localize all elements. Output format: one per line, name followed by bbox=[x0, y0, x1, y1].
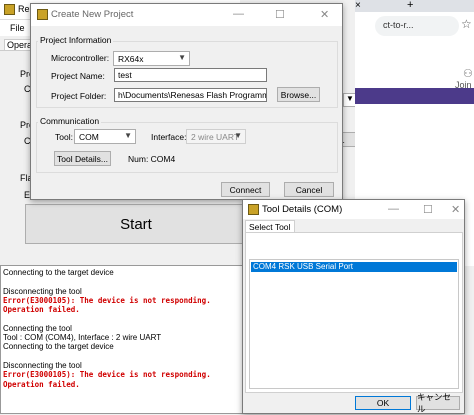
microcontroller-label: Microcontroller: bbox=[51, 53, 110, 63]
tool-list[interactable]: COM4 RSK USB Serial Port bbox=[249, 259, 459, 389]
app-icon bbox=[37, 9, 48, 20]
list-item[interactable]: COM4 RSK USB Serial Port bbox=[251, 262, 457, 272]
log-output: Connecting to the target device Disconnec… bbox=[0, 265, 243, 414]
tool-details-dialog: Tool Details (COM) — ☐ ✕ Select Tool COM… bbox=[242, 199, 465, 414]
microcontroller-value: RX64x bbox=[118, 54, 144, 64]
log-line: Tool : COM (COM4), Interface : 2 wire UA… bbox=[3, 333, 162, 343]
log-error-line: Operation failed. bbox=[3, 379, 80, 389]
app-icon bbox=[248, 204, 259, 215]
app-icon bbox=[4, 4, 15, 15]
project-folder-input[interactable]: h\Documents\Renesas Flash Programmer\V3.… bbox=[114, 88, 267, 102]
microcontroller-select[interactable]: RX64x ▼ bbox=[113, 51, 190, 66]
close-icon[interactable]: ✕ bbox=[320, 8, 329, 21]
connect-button[interactable]: Connect bbox=[221, 182, 270, 197]
tool-details-button[interactable]: Tool Details... bbox=[54, 151, 111, 166]
close-icon[interactable]: ✕ bbox=[451, 203, 460, 216]
new-tab-icon[interactable]: + bbox=[407, 0, 413, 11]
tool-value: COM bbox=[79, 132, 99, 142]
num-com-label: Num: COM4 bbox=[128, 154, 176, 164]
project-name-input[interactable]: test bbox=[114, 68, 267, 82]
address-text: ct-to-r... bbox=[383, 20, 414, 30]
cancel-button[interactable]: Cancel bbox=[284, 182, 334, 197]
dialog-titlebar: Create New Project — ☐ ✕ bbox=[31, 4, 342, 26]
interface-select: 2 wire UART ▼ bbox=[186, 129, 246, 144]
maximize-icon[interactable]: ☐ bbox=[423, 203, 433, 216]
chevron-down-icon: ▼ bbox=[234, 131, 242, 140]
cancel-button[interactable]: キャンセル bbox=[416, 392, 460, 414]
log-line: Disconnecting the tool bbox=[3, 286, 82, 296]
minimize-icon[interactable]: — bbox=[233, 8, 244, 20]
tool-label: Tool: bbox=[55, 132, 73, 142]
create-new-project-dialog: Create New Project — ☐ ✕ Project Informa… bbox=[30, 3, 343, 200]
browser-tabstrip: × + bbox=[355, 0, 474, 12]
interface-value: 2 wire UART bbox=[191, 132, 240, 142]
project-name-label: Project Name: bbox=[51, 71, 105, 81]
ok-button[interactable]: OK bbox=[355, 396, 411, 410]
dialog-title: Create New Project bbox=[51, 9, 134, 20]
interface-label: Interface: bbox=[151, 132, 187, 142]
star-icon[interactable]: ☆ bbox=[461, 17, 472, 31]
tool-select[interactable]: COM ▼ bbox=[74, 129, 136, 144]
user-icon: ⚇ bbox=[463, 68, 473, 80]
address-bar[interactable]: ct-to-r... bbox=[375, 16, 459, 36]
minimize-icon[interactable]: — bbox=[388, 203, 399, 215]
log-line: Connecting the tool bbox=[3, 323, 72, 333]
maximize-icon[interactable]: ☐ bbox=[275, 8, 285, 21]
communication-label: Communication bbox=[38, 116, 102, 126]
chevron-down-icon: ▼ bbox=[124, 131, 132, 140]
main-window-title: Re bbox=[18, 4, 30, 14]
project-info-label: Project Information bbox=[38, 35, 114, 45]
log-error-line: Error(E3000105): The device is not respo… bbox=[3, 370, 211, 380]
dialog-titlebar: Tool Details (COM) — ☐ ✕ bbox=[243, 200, 464, 219]
log-line: Disconnecting the tool bbox=[3, 361, 82, 370]
chevron-down-icon: ▼ bbox=[178, 53, 186, 62]
browser-page-navbar bbox=[355, 88, 474, 104]
log-error-line: Error(E3000105): The device is not respo… bbox=[3, 295, 211, 305]
log-line: Connecting to the target device bbox=[3, 268, 114, 277]
log-line: Connecting to the target device bbox=[3, 342, 114, 352]
log-error-line: Operation failed. bbox=[3, 305, 80, 315]
browser-tab-close-icon[interactable]: × bbox=[355, 0, 361, 11]
start-button[interactable]: Start bbox=[25, 204, 247, 244]
project-folder-label: Project Folder: bbox=[51, 91, 107, 101]
menu-file[interactable]: File bbox=[10, 23, 25, 33]
dialog-title: Tool Details (COM) bbox=[262, 204, 343, 215]
browse-button[interactable]: Browse... bbox=[277, 87, 320, 102]
